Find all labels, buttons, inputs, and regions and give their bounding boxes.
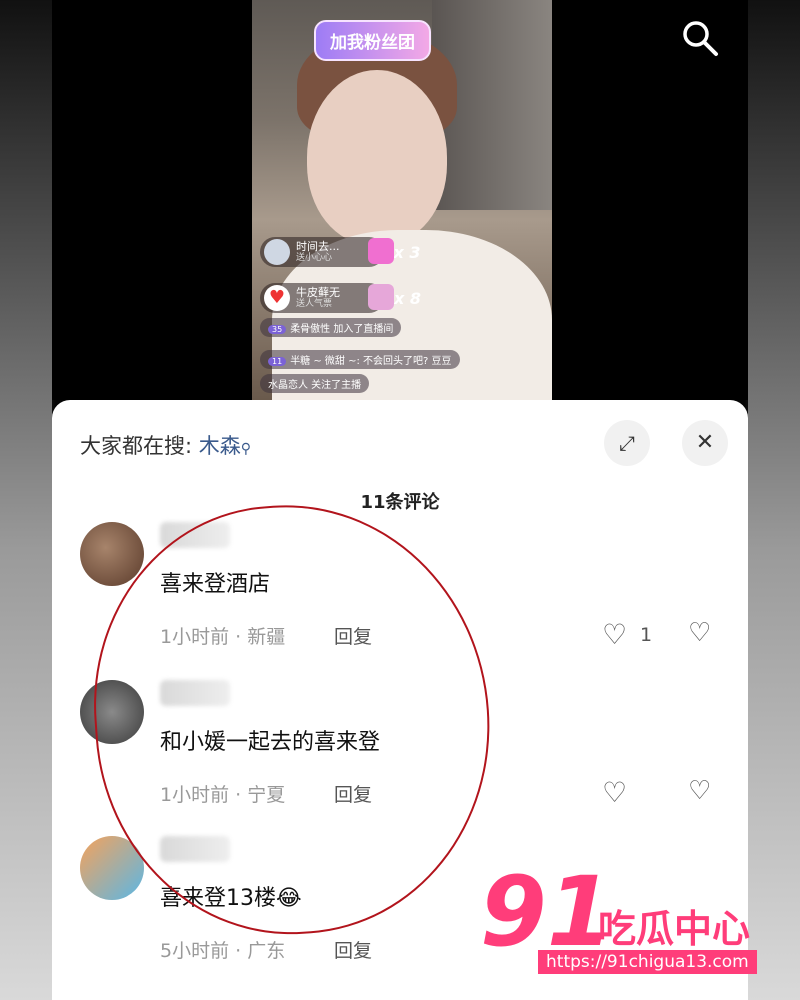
heart-icon[interactable]: ♡ [602, 618, 627, 651]
reply-button[interactable]: 回复 [334, 780, 372, 807]
gift-notice: ♥ 牛皮藓无 送人气票 x 8 [260, 282, 421, 314]
comment-count: 11条评论 [360, 492, 440, 513]
watermark: 91 吃瓜中心 https://91chigua13.com [480, 862, 780, 982]
gift-desc: 送人气票 [296, 299, 333, 309]
username-blurred[interactable] [160, 522, 230, 548]
trending-keyword[interactable]: 木森 [199, 434, 241, 458]
reply-button[interactable]: 回复 [334, 622, 372, 649]
level-badge: 35 [268, 325, 287, 334]
gift-sender: 时间去... [296, 240, 340, 253]
live-video[interactable]: 加我粉丝团 时间去... 送小心心 x 3 ♥ 牛皮藓无 送人气票 x 8 35… [52, 0, 748, 400]
gift-desc: 送小心心 [296, 253, 333, 263]
comment-text: 和小媛一起去的喜来登 [160, 730, 381, 755]
comment-meta: 5小时前 · 广东 [160, 940, 286, 962]
comment-meta: 1小时前 · 宁夏 [160, 784, 286, 806]
username-blurred[interactable] [160, 836, 230, 862]
search-icon: ⚲ [240, 441, 252, 457]
avatar[interactable] [80, 522, 144, 586]
avatar[interactable] [80, 680, 144, 744]
comment-text: 喜来登13楼😂 [160, 886, 302, 911]
left-edge [0, 0, 52, 1000]
chat-text: 柔骨傲性 加入了直播间 [290, 324, 394, 335]
heart-icon: ♥ [264, 285, 290, 311]
ticket-gift-icon [368, 284, 394, 310]
stream-frame: 加我粉丝团 时间去... 送小心心 x 3 ♥ 牛皮藓无 送人气票 x 8 35… [252, 0, 552, 400]
reply-button[interactable]: 回复 [334, 936, 372, 963]
fan-club-badge[interactable]: 加我粉丝团 [314, 20, 431, 61]
chat-text: 水晶恋人 关注了主播 [268, 380, 362, 391]
trending-label: 大家都在搜: [80, 434, 193, 458]
chat-message: 35 柔骨傲性 加入了直播间 [260, 318, 402, 337]
gift-multiplier: x 3 [393, 242, 421, 262]
gift-sender: 牛皮藓无 [296, 286, 340, 299]
close-button[interactable]: ✕ [682, 420, 728, 466]
heart-gift-icon [368, 238, 394, 264]
avatar[interactable] [80, 836, 144, 900]
chat-message: 水晶恋人 关注了主播 [260, 374, 370, 393]
watermark-brand: 吃瓜中心 [598, 907, 751, 951]
right-edge [748, 0, 800, 1000]
like-count: 1 [640, 624, 653, 646]
chat-text: 半糖 ~ 微甜 ~: 不会回头了吧? 豆豆 [290, 356, 452, 367]
watermark-number: 91 [480, 856, 614, 968]
trending-search[interactable]: 大家都在搜: 木森⚲ [80, 430, 251, 460]
search-icon[interactable] [680, 18, 720, 58]
comment-item[interactable]: 喜来登酒店 1小时前 · 新疆 回复 ♡ 1 ♡ [52, 522, 748, 672]
gift-multiplier: x 8 [394, 288, 422, 308]
heart-icon[interactable]: ♡ [602, 776, 627, 809]
username-blurred[interactable] [160, 680, 230, 706]
avatar [264, 239, 290, 265]
level-badge: 11 [268, 357, 287, 366]
broken-heart-icon[interactable]: ♡ [688, 776, 711, 806]
chat-message: 11 半糖 ~ 微甜 ~: 不会回头了吧? 豆豆 [260, 350, 460, 369]
broken-heart-icon[interactable]: ♡ [688, 618, 711, 648]
watermark-url: https://91chigua13.com [538, 950, 757, 974]
comment-text: 喜来登酒店 [160, 572, 271, 597]
expand-button[interactable]: ⤢ [604, 420, 650, 466]
streamer-face [307, 70, 447, 245]
comment-item[interactable]: 和小媛一起去的喜来登 1小时前 · 宁夏 回复 ♡ ♡ [52, 680, 748, 830]
gift-notice: 时间去... 送小心心 x 3 [260, 236, 421, 268]
comment-meta: 1小时前 · 新疆 [160, 626, 286, 648]
